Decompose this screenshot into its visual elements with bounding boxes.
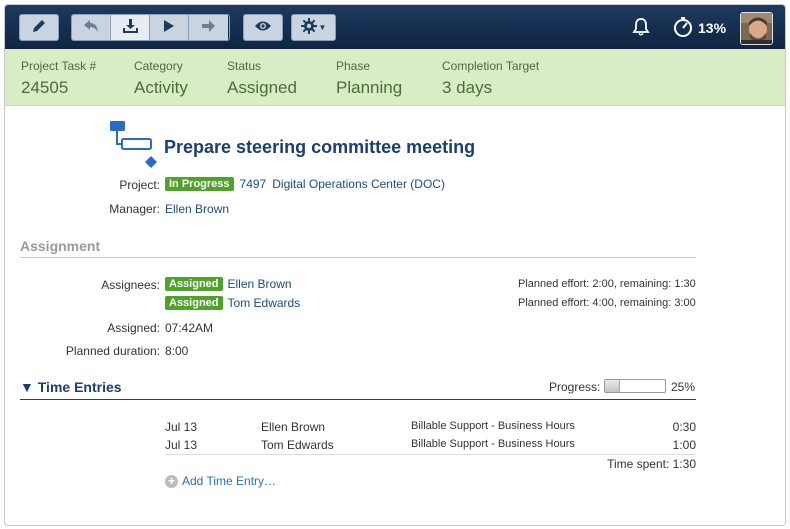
back-button[interactable] xyxy=(72,15,111,40)
task-title: Prepare steering committee meeting xyxy=(164,137,476,157)
edit-button[interactable] xyxy=(19,14,59,41)
summary-label: Status xyxy=(227,59,262,73)
summary-label: Project Task # xyxy=(21,59,97,73)
summary-value: 3 days xyxy=(442,78,493,97)
assignee-row: Assigned Ellen Brown xyxy=(165,277,292,291)
summary-value: Activity xyxy=(134,78,188,97)
top-toolbar: ▼ 13% xyxy=(5,5,785,49)
timer-icon[interactable] xyxy=(672,16,694,41)
summary-project-task: Project Task # 24505 xyxy=(21,59,96,98)
time-spent-total: Time spent: 1:30 xyxy=(607,457,696,471)
manager-link[interactable]: Ellen Brown xyxy=(165,202,229,216)
summary-category: Category Activity xyxy=(134,59,188,98)
pencil-icon xyxy=(31,18,47,37)
play-button[interactable] xyxy=(150,15,189,40)
summary-completion-target: Completion Target 3 days xyxy=(442,59,539,98)
summary-value: 24505 xyxy=(21,78,69,97)
entry-hours-link[interactable]: 1:00 xyxy=(645,438,696,452)
add-time-entry-link[interactable]: + Add Time Entry… xyxy=(165,474,276,488)
time-entries-divider xyxy=(20,399,696,400)
summary-label: Completion Target xyxy=(442,59,540,73)
assignee-effort: Planned effort: 4:00, remaining: 3:00 xyxy=(518,297,696,309)
project-name-link[interactable]: Digital Operations Center (DOC) xyxy=(272,177,445,191)
summary-label: Category xyxy=(134,59,183,73)
progress-fill xyxy=(605,380,620,392)
task-window: ▼ 13% Project Task # 24505 Category Acti… xyxy=(4,4,786,526)
planned-duration-label: Planned duration: xyxy=(65,344,160,358)
assignee-status-badge: Assigned xyxy=(165,296,223,310)
time-entries-heading: Time Entries xyxy=(37,379,122,395)
summary-status: Status Assigned xyxy=(227,59,297,98)
timer-percentage[interactable]: 13% xyxy=(698,20,726,36)
manager-label: Manager: xyxy=(109,202,160,216)
entry-person-link[interactable]: Tom Edwards xyxy=(261,438,334,452)
play-icon xyxy=(163,19,175,36)
planned-duration-value: 8:00 xyxy=(165,344,189,358)
plus-circle-icon: + xyxy=(165,474,178,488)
entry-person-link[interactable]: Ellen Brown xyxy=(261,420,325,434)
caret-down-icon: ▼ xyxy=(318,23,327,32)
assignees-label: Assignees: xyxy=(101,278,160,292)
add-time-entry-label: Add Time Entry… xyxy=(182,474,277,488)
project-status-badge: In Progress xyxy=(165,177,234,191)
assignee-name-link[interactable]: Ellen Brown xyxy=(228,277,292,291)
collapse-triangle-icon: ▼ xyxy=(20,379,34,395)
assigned-label: Assigned: xyxy=(107,321,160,335)
task-summary-bar: Project Task # 24505 Category Activity S… xyxy=(5,49,785,106)
assignee-row: Assigned Tom Edwards xyxy=(165,296,300,310)
project-task-icon xyxy=(109,120,161,173)
entry-date: Jul 13 xyxy=(165,438,198,452)
navigation-button-group xyxy=(71,14,230,41)
project-number-link[interactable]: 7497 xyxy=(240,177,267,191)
entry-hours: 0:30 xyxy=(672,420,696,434)
progress-bar xyxy=(604,379,666,393)
project-row: In Progress 7497 Digital Operations Cent… xyxy=(165,177,445,191)
assignment-divider xyxy=(20,257,696,258)
eye-icon xyxy=(254,20,272,35)
summary-label: Phase xyxy=(336,59,371,73)
summary-phase: Phase Planning xyxy=(336,59,402,98)
entries-total-divider xyxy=(165,454,696,455)
bell-icon[interactable] xyxy=(631,17,651,40)
forward-button[interactable] xyxy=(189,15,228,40)
entry-date: Jul 13 xyxy=(165,420,198,434)
entry-type: Billable Support - Business Hours xyxy=(411,420,575,432)
assignment-section-heading: Assignment xyxy=(20,238,101,254)
summary-value: Assigned xyxy=(227,78,297,97)
entry-type: Billable Support - Business Hours xyxy=(411,438,575,450)
assigned-value: 07:42AM xyxy=(165,321,214,335)
project-label: Project: xyxy=(119,178,160,192)
download-icon xyxy=(122,18,139,38)
settings-menu-button[interactable]: ▼ xyxy=(291,14,336,41)
forward-arrow-icon xyxy=(201,19,216,36)
time-entries-toggle[interactable]: ▼ Time Entries xyxy=(20,379,122,395)
progress-percentage: 25% xyxy=(671,380,696,394)
assignee-status-badge: Assigned xyxy=(165,277,223,291)
assignee-effort: Planned effort: 2:00, remaining: 1:30 xyxy=(518,278,696,290)
back-arrow-icon xyxy=(83,19,99,36)
assignee-name-link[interactable]: Tom Edwards xyxy=(228,296,301,310)
watch-button[interactable] xyxy=(243,14,283,41)
user-avatar[interactable] xyxy=(740,12,773,45)
gear-icon xyxy=(300,18,317,37)
summary-value: Planning xyxy=(336,78,403,97)
save-button[interactable] xyxy=(111,15,150,40)
progress-label: Progress: xyxy=(549,380,601,394)
